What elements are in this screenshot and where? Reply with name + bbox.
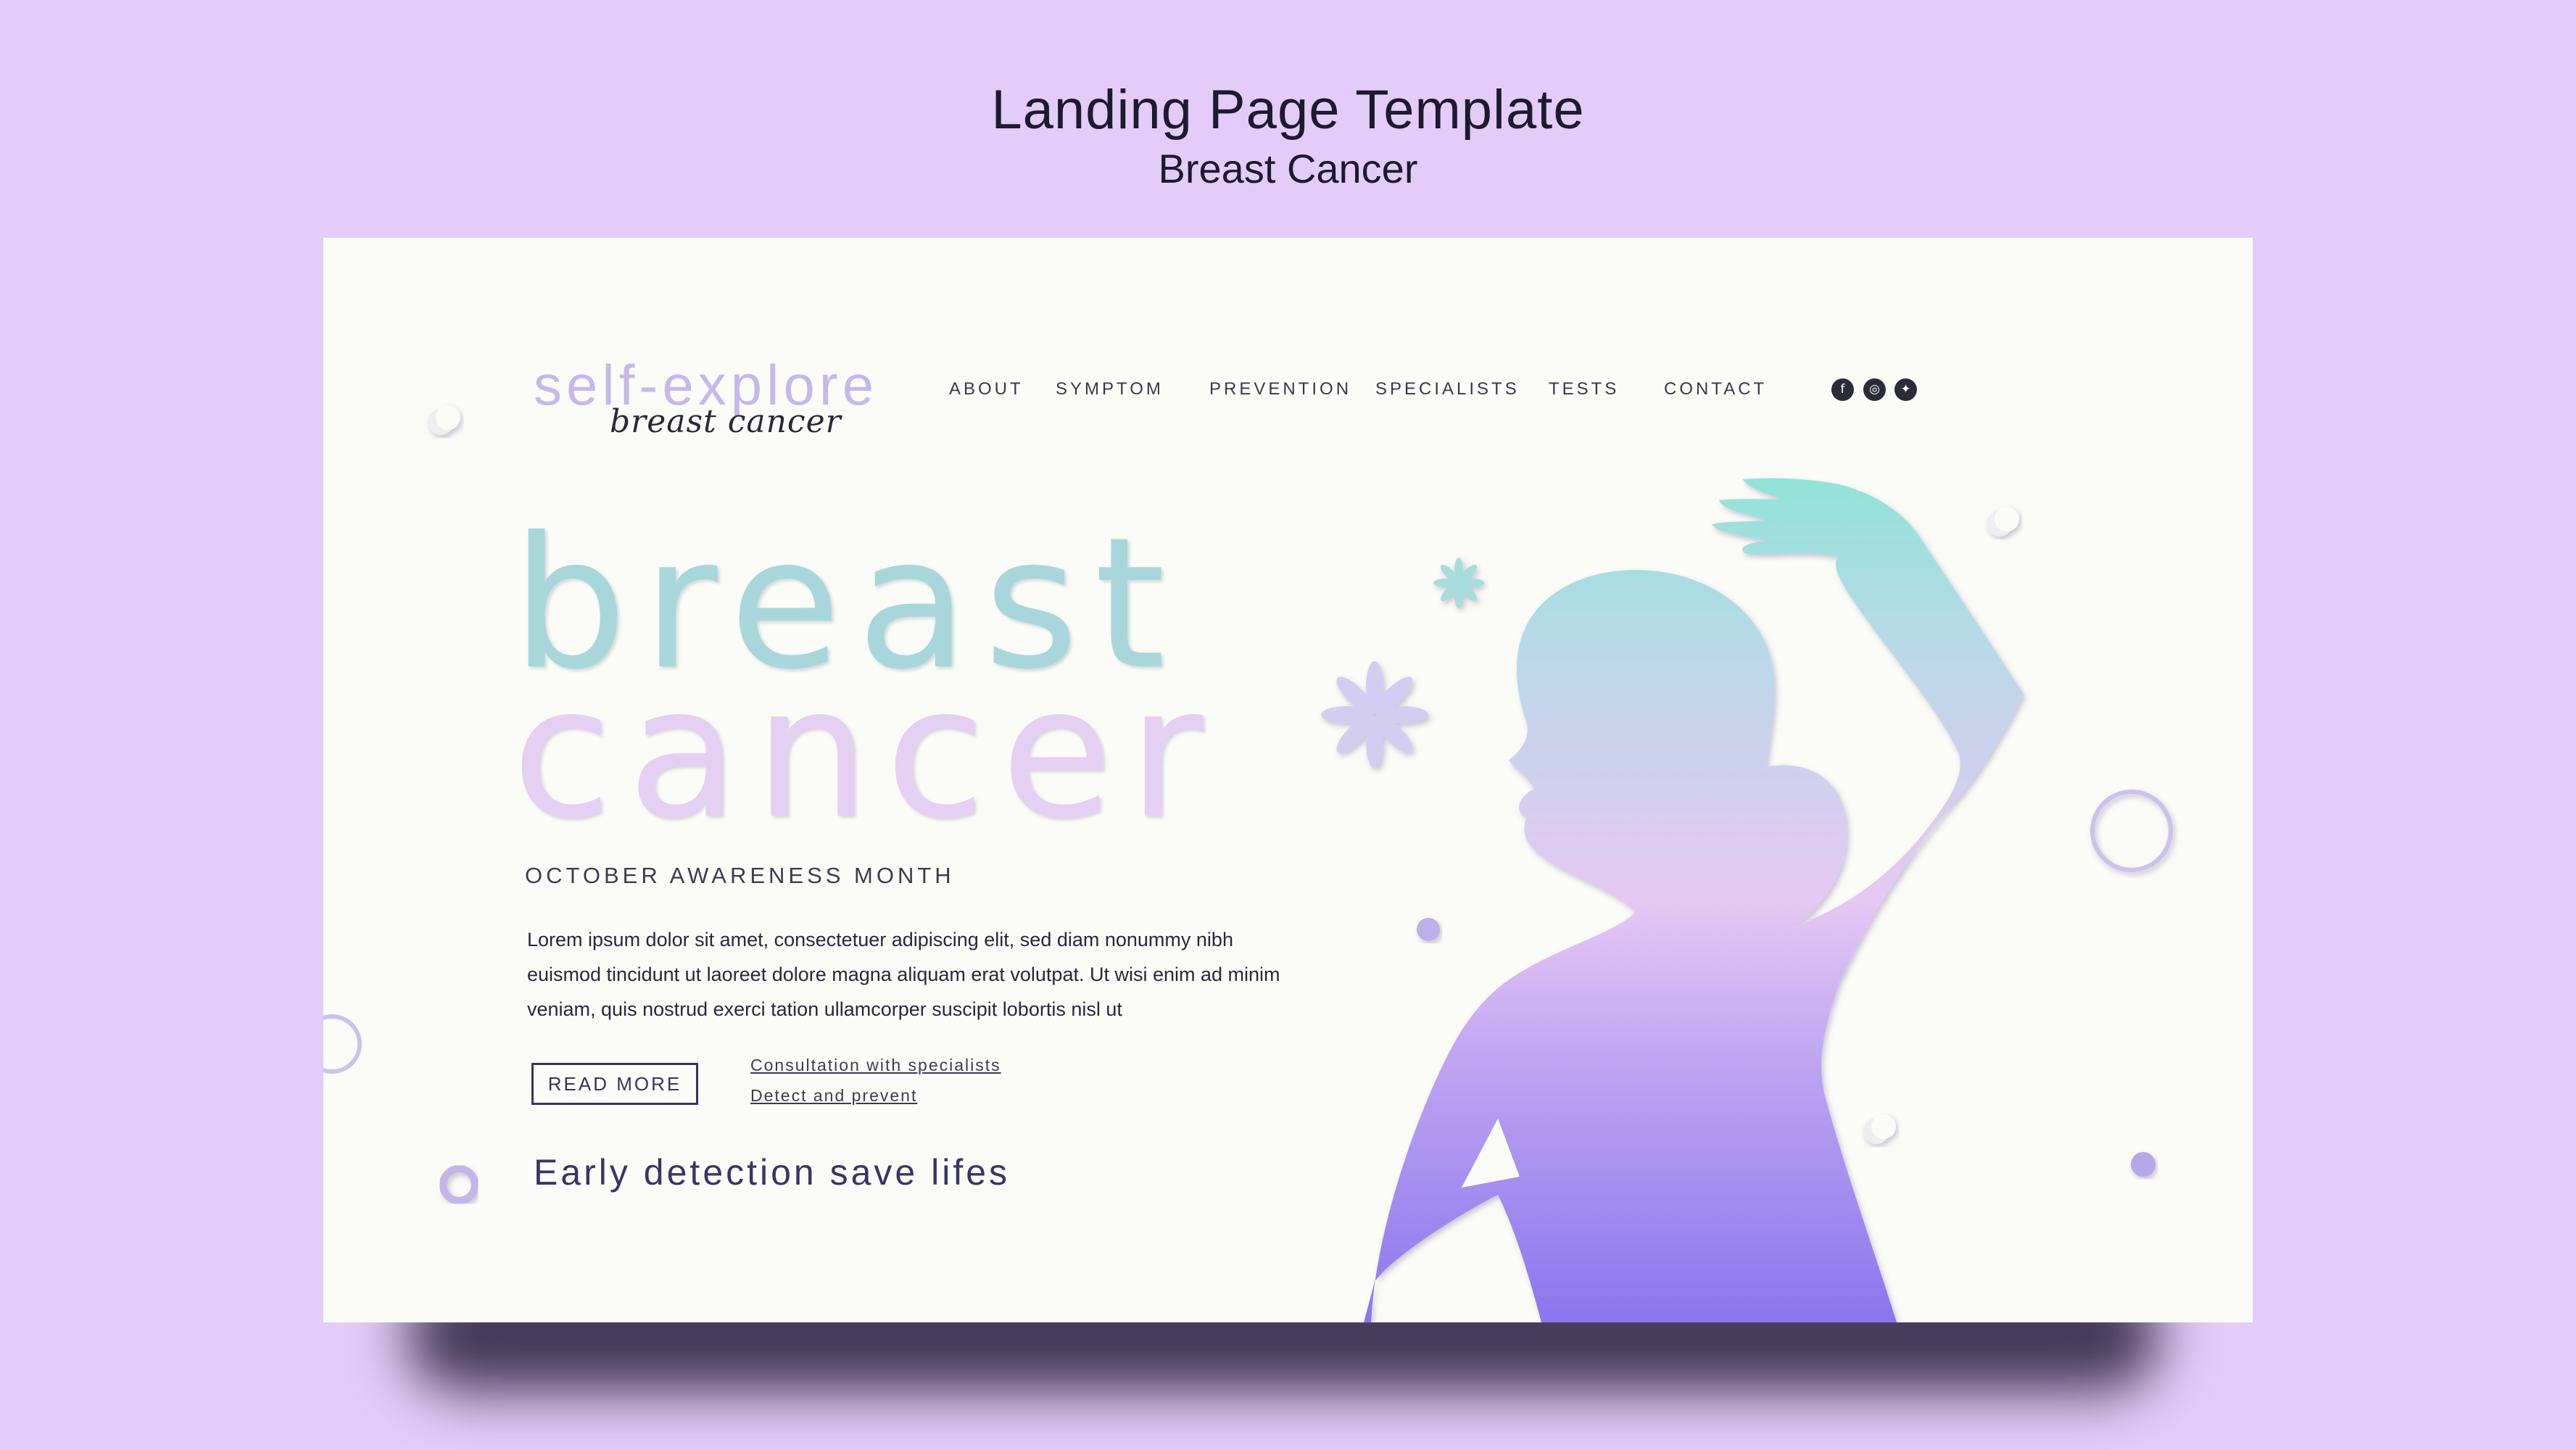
awareness-month-label: OCTOBER AWARENESS MONTH — [525, 863, 955, 888]
woman-silhouette — [1364, 478, 2024, 1322]
dot-right — [2131, 1152, 2155, 1177]
nav-about[interactable]: ABOUT — [949, 379, 1024, 399]
nav-prevention[interactable]: PREVENTION — [1209, 379, 1351, 399]
facebook-icon[interactable]: f — [1831, 378, 1854, 401]
ring-bottom-left — [439, 1165, 479, 1204]
page-title: Landing Page Template — [991, 79, 1585, 141]
ring-left-edge — [323, 1014, 362, 1074]
dot-center — [1417, 918, 1440, 941]
logo-script: breast cancer — [610, 403, 842, 440]
hero-body-text: Lorem ipsum dolor sit amet, consectetuer… — [527, 929, 1280, 1020]
hero-title-line2: cancer — [512, 647, 1219, 858]
landing-page-mockup: self-explore breast cancer ABOUT SYMPTOM… — [323, 238, 2253, 1322]
instagram-icon[interactable]: ◎ — [1863, 378, 1886, 401]
nav-specialists[interactable]: SPECIALISTS — [1375, 379, 1520, 399]
nav-contact[interactable]: CONTACT — [1664, 379, 1767, 399]
nav-symptom[interactable]: SYMPTOM — [1056, 379, 1164, 399]
nav-tests[interactable]: TESTS — [1549, 379, 1619, 399]
tagline: Early detection save lifes — [534, 1152, 1011, 1193]
page-subtitle: Breast Cancer — [1158, 146, 1418, 191]
link-detect-prevent[interactable]: Detect and prevent — [750, 1086, 917, 1106]
crescent-1 — [428, 405, 460, 435]
link-consultation[interactable]: Consultation with specialists — [750, 1056, 1001, 1075]
crescent-3 — [1863, 1114, 1896, 1144]
twitter-icon[interactable]: ✦ — [1894, 378, 1917, 401]
ring-right — [2090, 790, 2173, 872]
crescent-2 — [1987, 507, 2019, 536]
flower-small — [1433, 558, 1484, 608]
read-more-button[interactable]: READ MORE — [531, 1063, 698, 1105]
flower-large — [1321, 661, 1428, 768]
